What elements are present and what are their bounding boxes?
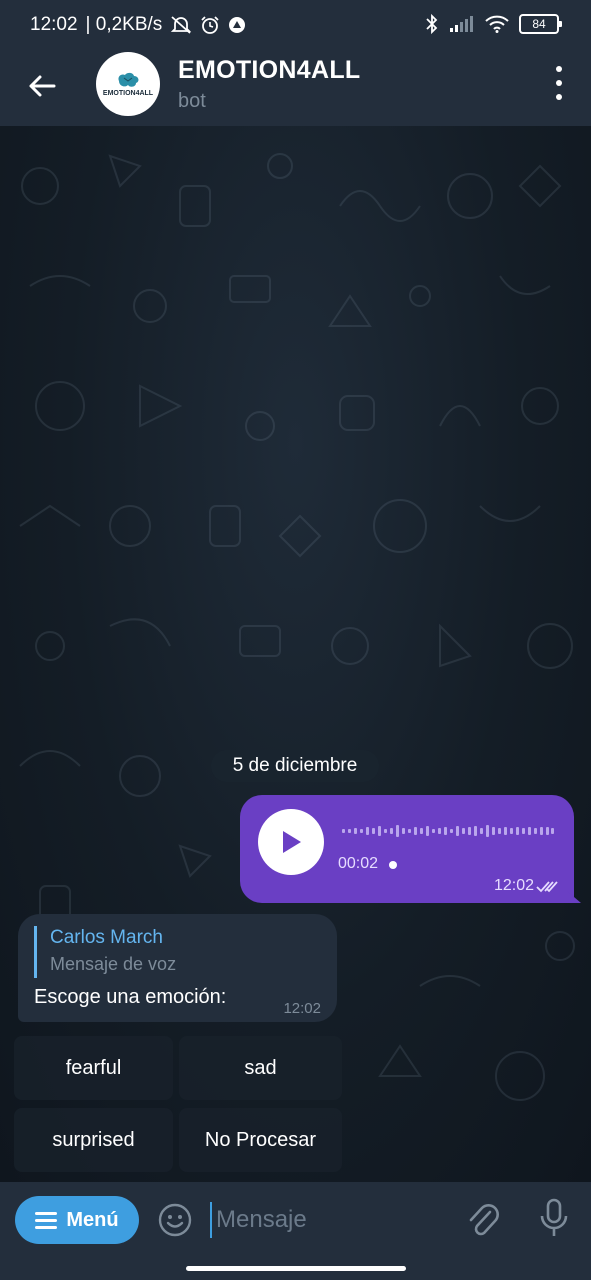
wifi-icon xyxy=(485,15,509,33)
bot-avatar[interactable]: EMOTION4ALL xyxy=(96,52,160,116)
date-separator: 5 de diciembre xyxy=(211,750,379,782)
brain-logo-icon xyxy=(118,72,139,87)
voice-waveform[interactable] xyxy=(342,823,554,839)
menu-label: Menú xyxy=(66,1208,119,1231)
telegram-chat-screen: 12:02 | 0,2KB/s 84 EMOTION4ALL EMOTION4A… xyxy=(0,0,591,1280)
navigation-bar xyxy=(0,1258,591,1280)
bluetooth-icon xyxy=(426,13,438,35)
status-bar: 12:02 | 0,2KB/s 84 xyxy=(0,0,591,52)
double-check-icon xyxy=(536,881,558,893)
incoming-bot-message[interactable]: Carlos March Mensaje de voz Escoge una e… xyxy=(18,914,337,1022)
paperclip-icon[interactable] xyxy=(466,1200,500,1240)
keyboard-button-sad[interactable]: sad xyxy=(179,1036,342,1100)
reply-quote[interactable]: Carlos March Mensaje de voz xyxy=(34,926,176,978)
battery-indicator: 84 xyxy=(519,14,562,34)
more-dot-icon xyxy=(556,66,562,72)
more-dot-icon xyxy=(556,94,562,100)
microphone-icon[interactable] xyxy=(538,1198,570,1240)
app-notification-icon xyxy=(229,17,246,33)
keyboard-button-fearful[interactable]: fearful xyxy=(14,1036,173,1100)
keyboard-button-no-procesar[interactable]: No Procesar xyxy=(179,1108,342,1172)
alarm-icon xyxy=(201,16,219,34)
emoji-icon[interactable] xyxy=(158,1203,192,1237)
status-right: 84 xyxy=(425,13,562,35)
status-net-speed: | 0,2KB/s xyxy=(85,14,163,35)
more-dot-icon xyxy=(556,80,562,86)
mute-bell-icon xyxy=(171,16,192,34)
home-indicator[interactable] xyxy=(186,1266,406,1271)
message-input-bar: Menú xyxy=(0,1182,591,1258)
message-time: 12:02 xyxy=(493,877,534,894)
arrow-left-icon xyxy=(29,75,56,97)
keyboard-button-surprised[interactable]: surprised xyxy=(14,1108,173,1172)
outgoing-voice-message[interactable]: 00:02 12:02 xyxy=(240,795,581,903)
chat-title[interactable]: EMOTION4ALL xyxy=(178,56,360,85)
signal-icon xyxy=(450,16,473,32)
unplayed-dot-icon xyxy=(389,861,397,869)
message-text: Escoge una emoción: xyxy=(34,986,227,1008)
bot-menu-button[interactable]: Menú xyxy=(15,1196,139,1244)
reply-author: Carlos March xyxy=(50,927,163,948)
voice-duration: 00:02 xyxy=(338,855,379,872)
play-button[interactable] xyxy=(258,809,324,875)
chat-messages-area[interactable]: 5 de diciembre 00:02 12:02 Carlos March … xyxy=(0,126,591,1182)
chat-subtitle: bot xyxy=(178,90,206,112)
chat-wallpaper-doodles xyxy=(19,153,575,1101)
play-icon xyxy=(283,831,301,853)
status-left: 12:02 | 0,2KB/s xyxy=(30,14,246,36)
status-time: 12:02 xyxy=(30,14,78,35)
more-options-button[interactable] xyxy=(551,66,567,100)
message-input[interactable] xyxy=(210,1202,456,1238)
menu-icon xyxy=(35,1211,58,1229)
avatar-logo-text: EMOTION4ALL xyxy=(102,90,154,97)
message-time: 12:02 xyxy=(283,1000,321,1017)
back-button[interactable] xyxy=(22,66,62,106)
chat-header: EMOTION4ALL EMOTION4ALL bot xyxy=(0,52,591,126)
reply-preview: Mensaje de voz xyxy=(50,954,177,974)
